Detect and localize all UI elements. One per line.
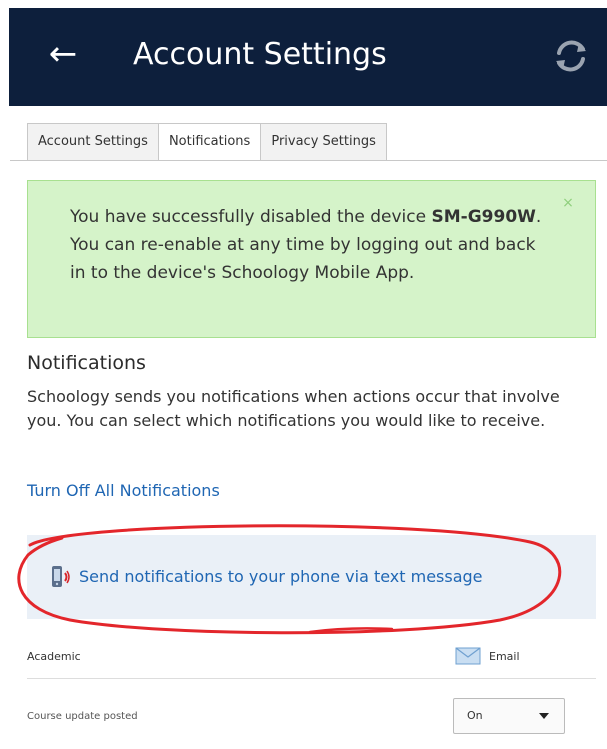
notifications-description: Schoology sends you notifications when a…	[27, 387, 560, 430]
row-divider	[27, 678, 596, 679]
turn-off-all-link[interactable]: Turn Off All Notifications	[27, 479, 220, 503]
notifications-heading: Notifications	[27, 352, 146, 374]
alert-message: You have successfully disabled the devic…	[70, 203, 545, 287]
mail-icon	[455, 647, 481, 665]
phone-icon	[52, 566, 70, 587]
email-frequency-select[interactable]: On	[453, 698, 565, 734]
category-label: Academic	[27, 650, 81, 663]
tab-privacy-settings[interactable]: Privacy Settings	[261, 123, 387, 161]
select-value: On	[467, 709, 483, 722]
tab-notifications[interactable]: Notifications	[158, 123, 262, 161]
app-bar: ← Account Settings	[9, 8, 607, 106]
sms-panel: Send notifications to your phone via tex…	[27, 535, 596, 619]
tabs-divider	[10, 160, 607, 161]
refresh-icon[interactable]	[549, 34, 593, 78]
tab-account-settings[interactable]: Account Settings	[27, 123, 159, 161]
email-column-header: Email	[489, 650, 520, 663]
table-row-label: Course update posted	[27, 711, 138, 722]
settings-tabs: Account Settings Notifications Privacy S…	[27, 123, 387, 161]
success-alert: You have successfully disabled the devic…	[27, 180, 596, 338]
alert-text-before: You have successfully disabled the devic…	[70, 207, 432, 227]
page-title: Account Settings	[133, 37, 387, 72]
close-icon[interactable]: ×	[558, 193, 578, 213]
alert-device-name: SM-G990W	[431, 207, 536, 227]
chevron-down-icon	[539, 713, 549, 719]
back-arrow-icon[interactable]: ←	[43, 32, 83, 76]
sms-notifications-link[interactable]: Send notifications to your phone via tex…	[79, 565, 483, 589]
